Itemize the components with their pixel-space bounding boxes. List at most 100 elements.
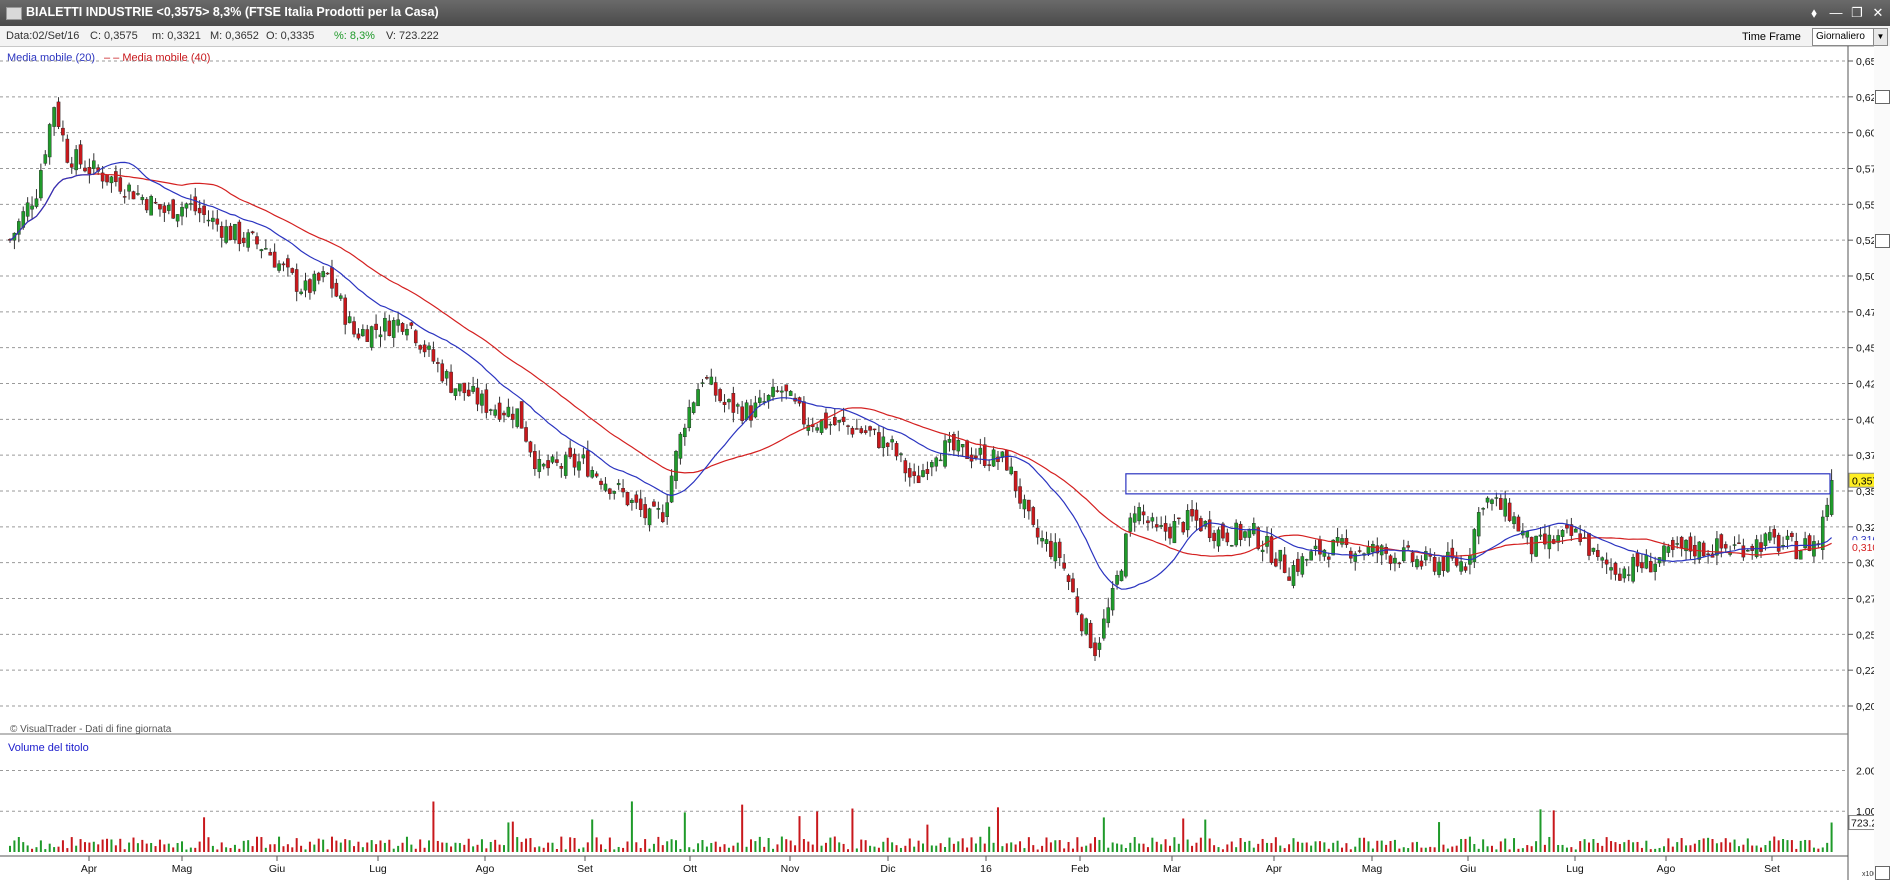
candle-body — [616, 482, 621, 486]
timeframe-select[interactable]: Giornaliero ▼ — [1812, 28, 1888, 46]
scale-icon[interactable] — [1875, 866, 1890, 880]
volume-bar — [167, 843, 170, 852]
volume-bar — [1579, 841, 1582, 852]
volume-bar — [1424, 847, 1427, 852]
candle-body — [1009, 466, 1014, 475]
pin-button[interactable]: ⬧ — [1804, 3, 1824, 22]
candle-body — [1472, 529, 1477, 563]
candle-body — [175, 214, 180, 222]
candle-body — [330, 267, 334, 289]
candle-body — [1732, 544, 1737, 546]
candle-body — [1591, 547, 1596, 552]
candle-body — [25, 202, 30, 217]
candle-body — [612, 491, 617, 494]
candle-body — [1212, 532, 1216, 542]
candle-body — [1225, 532, 1230, 543]
candle-body — [1296, 558, 1300, 572]
volume-bar — [83, 842, 86, 852]
volume-bar — [308, 841, 311, 852]
candle-body — [1309, 551, 1313, 561]
volume-bar — [286, 844, 289, 852]
volume-bar — [397, 845, 400, 852]
volume-bar — [525, 838, 528, 852]
price-tick-label: 0,5000 — [1856, 271, 1874, 283]
time-tick-label: Nov — [781, 863, 800, 875]
volume-bar — [181, 841, 184, 852]
candle-body — [131, 191, 136, 200]
candle-body — [541, 463, 546, 467]
info-min: m: 0,3321 — [152, 30, 201, 42]
candle-body — [1459, 561, 1463, 572]
volume-bar — [1446, 848, 1449, 852]
candle-body — [211, 217, 215, 222]
candle-body — [502, 412, 506, 416]
volume-bar — [877, 847, 880, 852]
volume-bar — [1221, 849, 1224, 852]
candle-body — [114, 171, 118, 182]
candle-body — [1794, 540, 1799, 560]
candle-body — [1304, 559, 1309, 561]
candle-body — [718, 389, 722, 402]
volume-bar — [1592, 839, 1595, 852]
chevron-down-icon[interactable]: ▼ — [1873, 29, 1887, 45]
volume-bar — [35, 847, 38, 852]
candle-body — [374, 323, 378, 330]
volume-bar — [944, 846, 947, 852]
candle-body — [299, 291, 303, 294]
candle-body — [577, 461, 581, 471]
volume-bar — [930, 845, 933, 852]
volume-bar — [979, 836, 982, 852]
time-tick-label: Ago — [476, 863, 495, 875]
volume-bar — [732, 845, 735, 852]
candle-body — [272, 251, 277, 268]
volume-bar — [48, 843, 51, 852]
candle-body — [1022, 499, 1027, 510]
info-open: O: 0,3335 — [266, 30, 315, 42]
volume-bar — [255, 836, 258, 852]
candle-body — [956, 440, 961, 452]
ma40-line — [9, 173, 1832, 557]
candle-body — [894, 443, 899, 457]
candle-body — [1291, 565, 1296, 586]
candle-body — [515, 408, 520, 427]
close-button[interactable]: ✕ — [1868, 3, 1888, 22]
volume-bar — [573, 837, 576, 852]
volume-value-tag: 723.222 — [1851, 818, 1874, 830]
volume-bar — [370, 840, 373, 852]
volume-bar — [132, 837, 135, 852]
candle-body — [868, 426, 872, 431]
time-tick-label: Set — [1764, 863, 1780, 875]
candle-body — [1194, 509, 1199, 521]
minimize-button[interactable]: — — [1826, 3, 1846, 22]
volume-bar — [1173, 837, 1176, 852]
volume-bar — [335, 840, 338, 852]
candle-body — [1353, 553, 1358, 562]
candle-body — [303, 280, 308, 291]
candle-body — [1596, 550, 1600, 557]
candle-body — [722, 401, 727, 405]
candle-body — [828, 423, 833, 426]
candle-body — [1600, 557, 1605, 561]
volume-bar — [639, 847, 642, 852]
candle-body — [815, 427, 819, 431]
price-chart[interactable]: 0,20000,22500,25000,27500,30000,32500,35… — [0, 46, 1874, 880]
zoom-in-icon[interactable] — [1875, 90, 1890, 104]
volume-bar — [1019, 841, 1022, 852]
candle-body — [1282, 554, 1287, 573]
candle-body — [863, 430, 868, 433]
volume-bar — [727, 847, 730, 852]
candle-body — [1560, 529, 1565, 537]
crosshair-icon[interactable] — [1875, 234, 1890, 248]
price-grid — [0, 60, 1853, 707]
candle-body — [369, 326, 374, 348]
candle-body — [471, 386, 475, 392]
candle-body — [361, 329, 365, 337]
volume-bar — [463, 844, 466, 852]
volume-bar — [1826, 842, 1829, 852]
candle-body — [1507, 502, 1512, 521]
candle-body — [987, 464, 991, 466]
volume-bar — [1279, 845, 1282, 852]
volume-bar — [1552, 810, 1555, 852]
volume-bar — [789, 840, 792, 852]
restore-button[interactable]: ❐ — [1847, 3, 1867, 22]
